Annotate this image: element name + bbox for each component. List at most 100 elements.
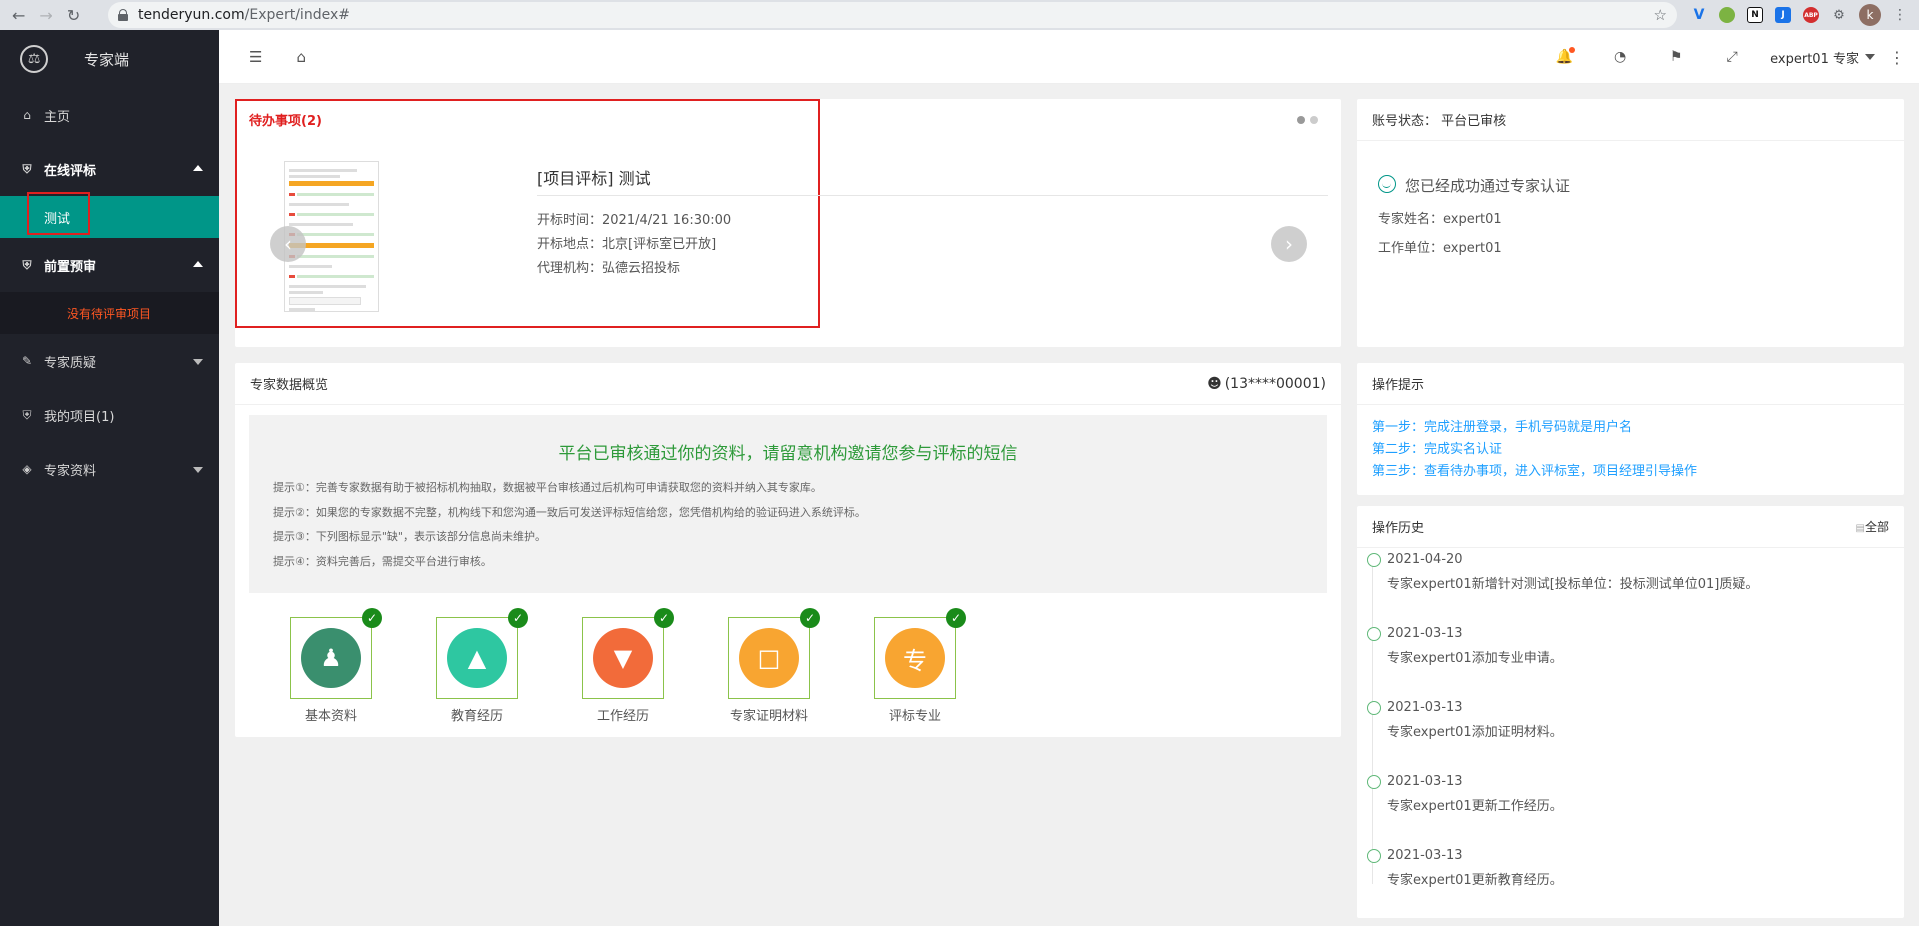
sidebar-item-prequalification[interactable]: ⛨ 前置预审 [0,238,219,292]
divider [537,195,1328,196]
graduation-cap-icon: ▲ [447,628,507,688]
banner-headline: 平台已审核通过你的资料，请留意机构邀请您参与评标的短信 [558,444,1018,464]
carousel-dot[interactable] [1297,116,1305,124]
phone-display: ☻ (13****00001) [1207,376,1326,392]
tile-box: □ ✓ [728,608,820,699]
sidebar-item-label: 前置预审 [44,259,97,275]
tip-item: 提示②：如果您的专家数据不完整，机构线下和您沟通一致后可发送评标短信给您，您凭借… [273,505,866,519]
tile-basic-info[interactable]: ♟ ✓ 基本资料 [258,608,404,724]
profile-avatar[interactable]: k [1859,4,1881,26]
highlight-box [27,192,90,235]
url-text: tenderyun.com/Expert/index# [138,7,350,23]
agency: 代理机构：弘德云招投标 [537,261,681,276]
fullscreen-icon[interactable]: ⤢ [1704,49,1760,65]
sidebar-subitem-test[interactable]: 测试 [0,192,219,238]
more-icon[interactable]: ⋮ [1875,48,1919,67]
carousel-dot[interactable] [1310,116,1318,124]
step-link[interactable]: 第二步：完成实名认证 [1372,439,1697,461]
tile-work-experience[interactable]: ▼ ✓ 工作经历 [550,608,696,724]
check-icon: ✓ [800,608,820,628]
phone-text: (13****00001) [1224,375,1326,392]
sidebar-item-home[interactable]: ⌂ 主页 [0,88,219,142]
scale-logo-icon: ⚖ [20,45,48,73]
check-icon: ✓ [508,608,528,628]
extension-v-icon[interactable]: V [1691,7,1707,23]
shield-icon: ⛨ [22,257,32,272]
puzzle-icon[interactable]: ⚙ [1831,7,1847,23]
address-bar[interactable]: tenderyun.com/Expert/index# ☆ [108,2,1677,28]
topbar-right: 🔔 ◔ ⚑ ⤢ expert01 专家 ⋮ [1536,30,1919,84]
tile-label: 工作经历 [596,709,649,724]
tile-box: 专 ✓ [874,608,966,699]
expert-unit: 工作单位：expert01 [1378,241,1502,256]
check-icon: ✓ [654,608,674,628]
sidebar-item-expert-profile[interactable]: ◈ 专家资料 [0,442,219,496]
theme-icon[interactable]: ◔ [1592,49,1648,65]
person-card-icon: ♟ [301,628,361,688]
tip-item: 提示④：资料完善后，需提交平台进行审核。 [273,554,492,568]
bell-icon[interactable]: 🔔 [1536,47,1592,65]
extension-n-icon[interactable]: N [1747,7,1763,23]
user-icon: ☻ [1207,375,1222,392]
view-all-link[interactable]: ▤全部 [1856,518,1889,535]
timeline-text: 专家expert01添加专业申请。 [1387,651,1563,666]
tag-icon[interactable]: ⚑ [1648,49,1704,65]
expert-name: 专家姓名：expert01 [1378,212,1502,227]
timeline-text: 专家expert01新增针对测试[投标单位：投标测试单位01]质疑。 [1387,577,1759,592]
extension-j-icon[interactable]: J [1775,7,1791,23]
menu-collapse-icon[interactable]: ☰ [249,48,262,66]
sidebar-item-my-projects[interactable]: ⛨ 我的项目(1) [0,388,219,442]
sidebar-item-online-bidding[interactable]: ⛨ 在线评标 [0,142,219,196]
chevron-down-icon [193,359,203,365]
sidebar-item-label: 在线评标 [44,163,97,179]
timeline-dot [1367,775,1381,789]
chevron-up-icon [193,165,203,171]
extension-circle-icon[interactable] [1719,7,1735,23]
timeline-text: 专家expert01更新教育经历。 [1387,873,1563,888]
operation-tips-card: 操作提示 第一步：完成注册登录，手机号码就是用户名 第二步：完成实名认证 第三步… [1357,363,1904,495]
project-title[interactable]: [项目评标] 测试 [537,165,651,189]
sidebar-item-label: 没有待评审项目 [67,306,152,321]
adblock-icon[interactable]: ABP [1803,7,1819,23]
lock-icon [118,9,128,21]
browser-chrome: ← → ↻ tenderyun.com/Expert/index# ☆ V N … [0,0,1919,30]
overview-title: 专家数据概览 [250,378,329,393]
steps-list: 第一步：完成注册登录，手机号码就是用户名 第二步：完成实名认证 第三步：查看待办… [1372,417,1697,483]
caret-down-icon [1865,54,1875,60]
carousel-next-button[interactable]: › [1271,226,1307,262]
step-link[interactable]: 第三步：查看待办事项，进入评标室，项目经理引导操作 [1372,461,1697,483]
sidebar-item-label: 专家质疑 [44,355,97,371]
home-icon[interactable]: ⌂ [296,48,306,66]
shield-icon: ⛨ [22,407,32,422]
chevron-down-icon [193,467,203,473]
timeline-date: 2021-03-13 [1387,700,1463,715]
reload-icon[interactable]: ↻ [67,6,80,25]
timeline-date: 2021-04-20 [1387,552,1463,567]
smile-icon [1378,175,1396,193]
timeline-dot [1367,849,1381,863]
expert-info: 专家姓名：expert01 工作单位：expert01 [1378,205,1502,263]
tile-label: 专家证明材料 [729,709,808,724]
step-link[interactable]: 第一步：完成注册登录，手机号码就是用户名 [1372,417,1697,439]
history-header: 操作历史 ▤全部 [1357,506,1904,548]
back-icon[interactable]: ← [12,6,25,25]
sidebar-item-label: 我的项目(1) [44,409,115,425]
carousel-prev-button[interactable]: ‹ [270,226,306,262]
tile-specialty[interactable]: 专 ✓ 评标专业 [842,608,988,724]
timeline-dot [1367,701,1381,715]
timeline-text: 专家expert01添加证明材料。 [1387,725,1563,740]
bookmark-star-icon[interactable]: ☆ [1654,6,1667,24]
account-status: 账号状态： 平台已审核 [1357,99,1904,141]
browser-menu-icon[interactable]: ⋮ [1893,7,1907,23]
sidebar-item-expert-query[interactable]: ✎ 专家质疑 [0,334,219,388]
user-label: expert01 专家 [1770,51,1859,67]
sidebar-subitem-no-pending[interactable]: 没有待评审项目 [0,292,219,334]
tile-certificates[interactable]: □ ✓ 专家证明材料 [696,608,842,724]
forward-icon[interactable]: → [39,6,52,25]
todo-title: 待办事项(2) [249,114,322,129]
topbar-left: ☰ ⌂ [249,30,306,84]
logo: ⚖ 专家端 [0,30,219,88]
timeline-text: 专家expert01更新工作经历。 [1387,799,1563,814]
tile-education[interactable]: ▲ ✓ 教育经历 [404,608,550,724]
user-menu[interactable]: expert01 专家 [1770,48,1875,67]
